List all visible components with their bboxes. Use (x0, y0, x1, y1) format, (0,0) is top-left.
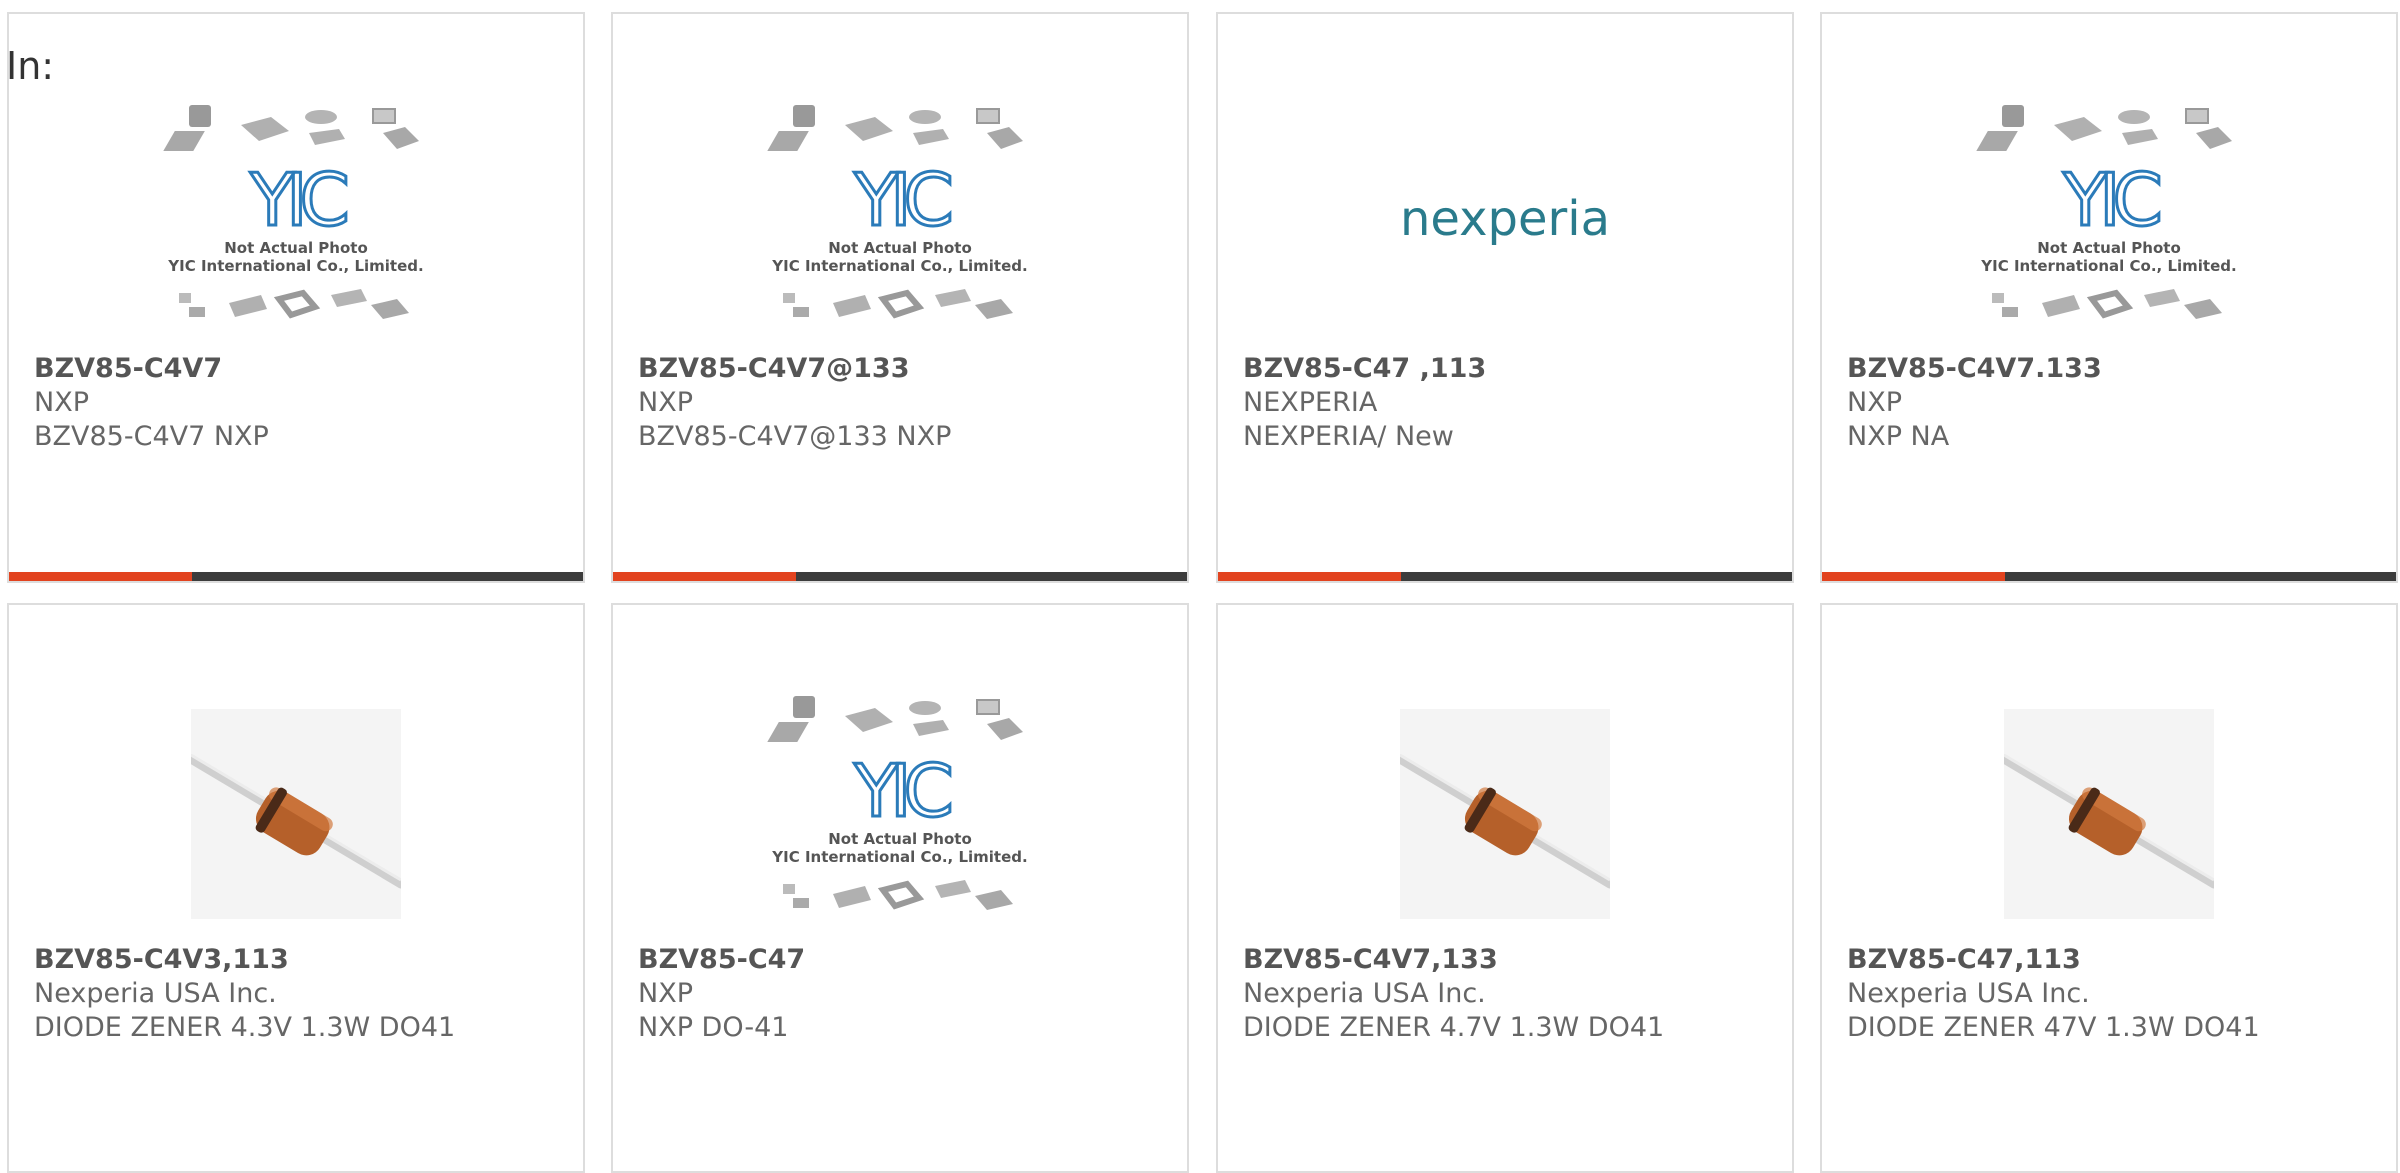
part-number[interactable]: BZV85-C4V7.133 (1847, 352, 2382, 386)
svg-text:Not Actual Photo: Not Actual Photo (224, 239, 368, 257)
description: DIODE ZENER 47V 1.3W DO41 (1847, 1012, 2260, 1043)
product-card[interactable]: BZV85-C47,113 Nexperia USA Inc. DIODE ZE… (1820, 603, 2398, 1173)
nexperia-logo: nexperia (1400, 191, 1610, 247)
part-number[interactable]: BZV85-C4V7@133 (638, 352, 1173, 386)
product-info: BZV85-C4V3,113 Nexperia USA Inc. DIODE Z… (34, 943, 569, 1045)
product-info: BZV85-C4V7 NXP BZV85-C4V7 NXP (34, 352, 569, 454)
product-image[interactable]: YIC Not Actual Photo YIC International C… (613, 94, 1187, 352)
product-card[interactable]: BZV85-C4V7,133 Nexperia USA Inc. DIODE Z… (1216, 603, 1794, 1173)
description: BZV85-C4V7 NXP (34, 421, 269, 452)
description: NXP DO-41 (638, 1012, 789, 1043)
part-number[interactable]: BZV85-C4V7 (34, 352, 569, 386)
part-number[interactable]: BZV85-C47 (638, 943, 1173, 977)
manufacturer: NXP (638, 387, 693, 418)
manufacturer: Nexperia USA Inc. (34, 978, 277, 1009)
product-card[interactable]: YIC Not Actual Photo YIC International C… (611, 603, 1189, 1173)
card-bottom-bar (1822, 572, 2396, 581)
part-number[interactable]: BZV85-C4V7,133 (1243, 943, 1778, 977)
product-card[interactable]: YIC Not Actual Photo YIC International C… (7, 12, 585, 583)
svg-text:YIC International Co., Limited: YIC International Co., Limited. (1980, 257, 2236, 275)
manufacturer: NXP (638, 978, 693, 1009)
part-number[interactable]: BZV85-C4V3,113 (34, 943, 569, 977)
in-label: In: (6, 44, 55, 88)
description: DIODE ZENER 4.7V 1.3W DO41 (1243, 1012, 1665, 1043)
svg-text:YIC: YIC (853, 749, 950, 833)
product-info: BZV85-C4V7.133 NXP NXP NA (1847, 352, 2382, 454)
product-image[interactable]: YIC Not Actual Photo YIC International C… (9, 94, 583, 352)
product-card[interactable]: YIC Not Actual Photo YIC International C… (611, 12, 1189, 583)
diode-icon (191, 709, 401, 919)
yic-placeholder-icon: YIC Not Actual Photo YIC International C… (767, 696, 1028, 910)
description: DIODE ZENER 4.3V 1.3W DO41 (34, 1012, 456, 1043)
card-accent-bar (1218, 572, 1401, 581)
card-bottom-bar (9, 572, 583, 581)
manufacturer: Nexperia USA Inc. (1847, 978, 2090, 1009)
yic-placeholder-icon: YIC Not Actual Photo YIC International C… (163, 105, 424, 319)
diode-icon (2004, 709, 2214, 919)
card-accent-bar (9, 572, 192, 581)
svg-text:YIC International Co., Limited: YIC International Co., Limited. (771, 257, 1027, 275)
product-card[interactable]: BZV85-C4V3,113 Nexperia USA Inc. DIODE Z… (7, 603, 585, 1173)
svg-text:YIC: YIC (853, 158, 950, 242)
card-accent-bar (613, 572, 796, 581)
product-image[interactable]: YIC Not Actual Photo YIC International C… (1822, 94, 2396, 352)
svg-text:YIC: YIC (249, 158, 346, 242)
product-info: BZV85-C4V7,133 Nexperia USA Inc. DIODE Z… (1243, 943, 1778, 1045)
product-image[interactable] (1218, 685, 1792, 943)
svg-text:Not Actual Photo: Not Actual Photo (828, 830, 972, 848)
manufacturer: NEXPERIA (1243, 387, 1378, 418)
product-card[interactable]: YIC Not Actual Photo YIC International C… (1820, 12, 2398, 583)
card-bottom-bar (1218, 572, 1792, 581)
product-info: BZV85-C47 NXP NXP DO-41 (638, 943, 1173, 1045)
description: BZV85-C4V7@133 NXP (638, 421, 952, 452)
svg-text:YIC International Co., Limited: YIC International Co., Limited. (771, 848, 1027, 866)
manufacturer: NXP (34, 387, 89, 418)
part-number[interactable]: BZV85-C47 ,113 (1243, 352, 1778, 386)
manufacturer: Nexperia USA Inc. (1243, 978, 1486, 1009)
card-accent-bar (1822, 572, 2005, 581)
product-image[interactable] (1822, 685, 2396, 943)
part-number[interactable]: BZV85-C47,113 (1847, 943, 2382, 977)
product-info: BZV85-C47,113 Nexperia USA Inc. DIODE ZE… (1847, 943, 2382, 1045)
description: NXP NA (1847, 421, 1950, 452)
svg-text:nexperia: nexperia (1400, 191, 1610, 247)
product-card[interactable]: nexperia BZV85-C47 ,113 NEXPERIA NEXPERI… (1216, 12, 1794, 583)
card-bottom-bar (613, 572, 1187, 581)
manufacturer: NXP (1847, 387, 1902, 418)
svg-text:YIC International Co., Limited: YIC International Co., Limited. (167, 257, 423, 275)
diode-icon (1400, 709, 1610, 919)
svg-text:Not Actual Photo: Not Actual Photo (2037, 239, 2181, 257)
yic-placeholder-icon: YIC Not Actual Photo YIC International C… (767, 105, 1028, 319)
product-image[interactable]: nexperia (1218, 94, 1792, 352)
product-info: BZV85-C4V7@133 NXP BZV85-C4V7@133 NXP (638, 352, 1173, 454)
product-image[interactable]: YIC Not Actual Photo YIC International C… (613, 685, 1187, 943)
svg-text:YIC: YIC (2062, 158, 2159, 242)
product-image[interactable] (9, 685, 583, 943)
description: NEXPERIA/ New (1243, 421, 1454, 452)
svg-text:Not Actual Photo: Not Actual Photo (828, 239, 972, 257)
product-info: BZV85-C47 ,113 NEXPERIA NEXPERIA/ New (1243, 352, 1778, 454)
yic-placeholder-icon: YIC Not Actual Photo YIC International C… (1976, 105, 2237, 319)
